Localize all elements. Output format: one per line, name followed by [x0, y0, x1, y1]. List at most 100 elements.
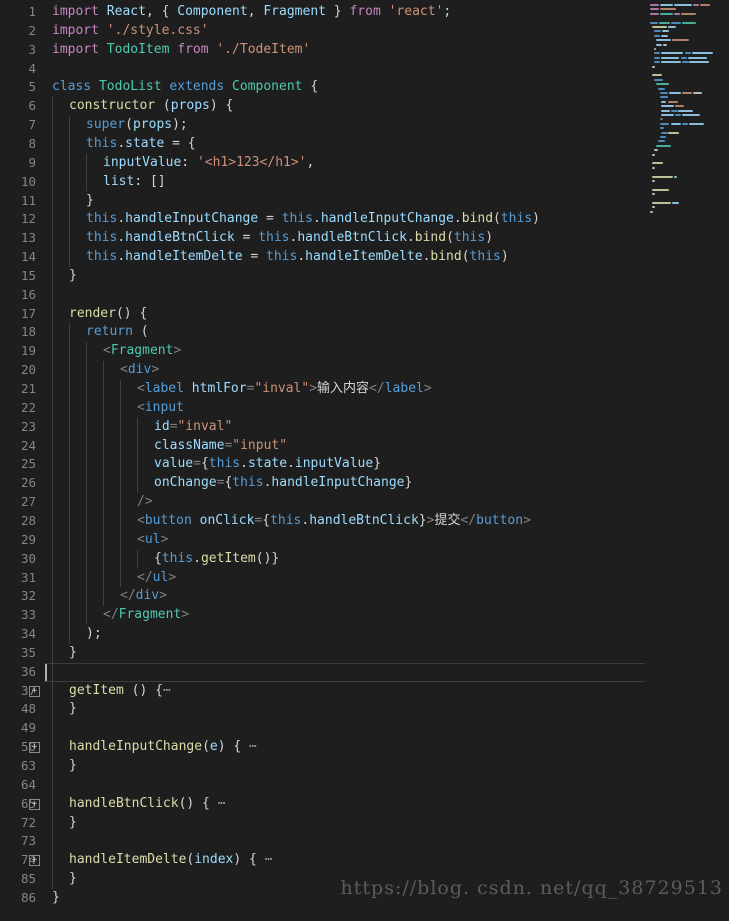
- line-number: 30: [20, 550, 36, 566]
- code-line[interactable]: [44, 60, 52, 79]
- code-line[interactable]: this.state = {: [44, 135, 196, 154]
- code-line[interactable]: id="inval": [44, 418, 232, 437]
- code-line[interactable]: this.handleBtnClick = this.handleBtnClic…: [44, 229, 493, 248]
- code-editor[interactable]: 1 2 3 4 5 6 7 8 9 10 11 12 13 14 15 16 17 18 19 20 21 22 23 24 2…: [0, 0, 729, 921]
- code-token: </: [120, 588, 136, 604]
- code-token: import: [52, 22, 99, 38]
- code-line[interactable]: </ul>: [44, 569, 176, 588]
- line-number: 4: [28, 60, 36, 76]
- code-token: <: [137, 381, 145, 396]
- code-line[interactable]: this.handleInputChange = this.handleInpu…: [44, 210, 540, 229]
- code-line[interactable]: render() {: [44, 305, 147, 324]
- minimap-line: [661, 105, 674, 108]
- code-token: Fragment: [110, 343, 174, 359]
- code-content-area[interactable]: import React, { Component, Fragment } fr…: [44, 0, 645, 921]
- code-token: inputValue: [294, 456, 374, 472]
- code-token: (: [155, 98, 171, 114]
- code-line[interactable]: inputValue: '<h1>123</h1>',: [44, 154, 314, 173]
- line-number: 12: [20, 211, 36, 227]
- code-token: htmlFor: [191, 381, 247, 396]
- code-line[interactable]: }: [44, 757, 77, 776]
- code-line[interactable]: <ul>: [44, 531, 168, 550]
- code-token: Component: [232, 79, 303, 95]
- minimap-line: [682, 61, 689, 64]
- code-token: ul: [144, 531, 161, 547]
- code-token: : []: [134, 173, 166, 189]
- code-line[interactable]: super(props);: [44, 116, 188, 135]
- code-token: props: [170, 98, 210, 114]
- code-line[interactable]: class TodoList extends Component {: [44, 78, 318, 97]
- code-token: ) {: [209, 98, 234, 114]
- code-line[interactable]: import TodoItem from './TodeItem': [44, 41, 310, 60]
- fold-expand-icon[interactable]: +: [29, 685, 40, 697]
- minimap-line: [655, 83, 670, 86]
- code-line[interactable]: }: [44, 870, 77, 889]
- code-token: }: [69, 871, 77, 887]
- line-number: 3: [28, 41, 36, 57]
- code-line[interactable]: <button onClick={this.handleBtnClick}>提交…: [44, 512, 531, 531]
- code-token: .: [297, 249, 306, 265]
- code-line[interactable]: [44, 286, 52, 305]
- code-token: this: [232, 475, 264, 491]
- code-line[interactable]: <Fragment>: [44, 342, 181, 361]
- code-line[interactable]: import './style.css': [44, 22, 209, 41]
- minimap-line: [691, 52, 713, 55]
- code-line[interactable]: {this.getItem()}: [44, 550, 279, 569]
- code-line[interactable]: return (: [44, 323, 149, 342]
- minimap-line: [667, 100, 678, 103]
- code-line[interactable]: }: [44, 192, 94, 211]
- code-line[interactable]: constructor (props) {: [44, 97, 233, 116]
- minimap-line: [671, 39, 690, 42]
- code-line[interactable]: <input: [44, 399, 184, 418]
- code-token: label: [144, 381, 184, 396]
- code-token: ) {: [217, 739, 242, 755]
- code-line[interactable]: handleItemDelte(index) { ⋯: [44, 851, 273, 870]
- code-line[interactable]: </Fragment>: [44, 606, 189, 625]
- code-line[interactable]: }: [44, 644, 77, 663]
- minimap-line: [671, 109, 678, 112]
- fold-expand-icon[interactable]: +: [29, 798, 40, 810]
- code-line[interactable]: handleInputChange(e) { ⋯: [44, 738, 257, 757]
- code-line[interactable]: </div>: [44, 587, 167, 606]
- code-line[interactable]: }: [44, 267, 77, 286]
- code-line[interactable]: }: [44, 889, 60, 908]
- fold-expand-icon[interactable]: +: [29, 742, 40, 754]
- code-line[interactable]: );: [44, 625, 102, 644]
- code-line[interactable]: [44, 719, 52, 738]
- code-line[interactable]: onChange={this.handleInputChange}: [44, 474, 412, 493]
- line-number: 10: [20, 173, 36, 189]
- minimap-line: [673, 12, 680, 15]
- code-token: }: [325, 4, 350, 19]
- code-line[interactable]: <div>: [44, 361, 159, 380]
- code-token: .: [117, 135, 126, 151]
- code-token: }: [69, 267, 77, 283]
- minimap-line: [652, 162, 664, 165]
- code-line[interactable]: import React, { Component, Fragment } fr…: [44, 3, 451, 22]
- code-line[interactable]: list: []: [44, 173, 166, 192]
- code-line[interactable]: [44, 776, 52, 795]
- code-line[interactable]: value={this.state.inputValue}: [44, 455, 381, 474]
- code-line[interactable]: }: [44, 700, 77, 719]
- code-line[interactable]: }: [44, 814, 77, 833]
- code-line[interactable]: getItem () {⋯: [44, 682, 171, 701]
- code-line[interactable]: this.handleItemDelte = this.handleItemDe…: [44, 248, 509, 267]
- code-line[interactable]: [44, 832, 52, 851]
- minimap-line: [659, 136, 666, 138]
- code-token: ): [500, 249, 509, 265]
- fold-expand-icon[interactable]: +: [29, 855, 40, 867]
- minimap[interactable]: [645, 0, 729, 921]
- line-number: 25: [20, 456, 36, 472]
- code-line[interactable]: <label htmlFor="inval">输入内容</label>: [44, 380, 432, 399]
- minimap-line: [657, 140, 666, 143]
- line-number: 8: [28, 135, 36, 151]
- code-line[interactable]: handleBtnClick() { ⋯: [44, 795, 226, 814]
- line-number: 73: [20, 833, 36, 849]
- code-token: div: [127, 362, 152, 378]
- line-number: 72: [20, 814, 36, 830]
- code-line[interactable]: className="input": [44, 437, 287, 456]
- code-token: .: [406, 230, 415, 246]
- code-line[interactable]: />: [44, 493, 153, 512]
- code-token: this: [453, 230, 486, 246]
